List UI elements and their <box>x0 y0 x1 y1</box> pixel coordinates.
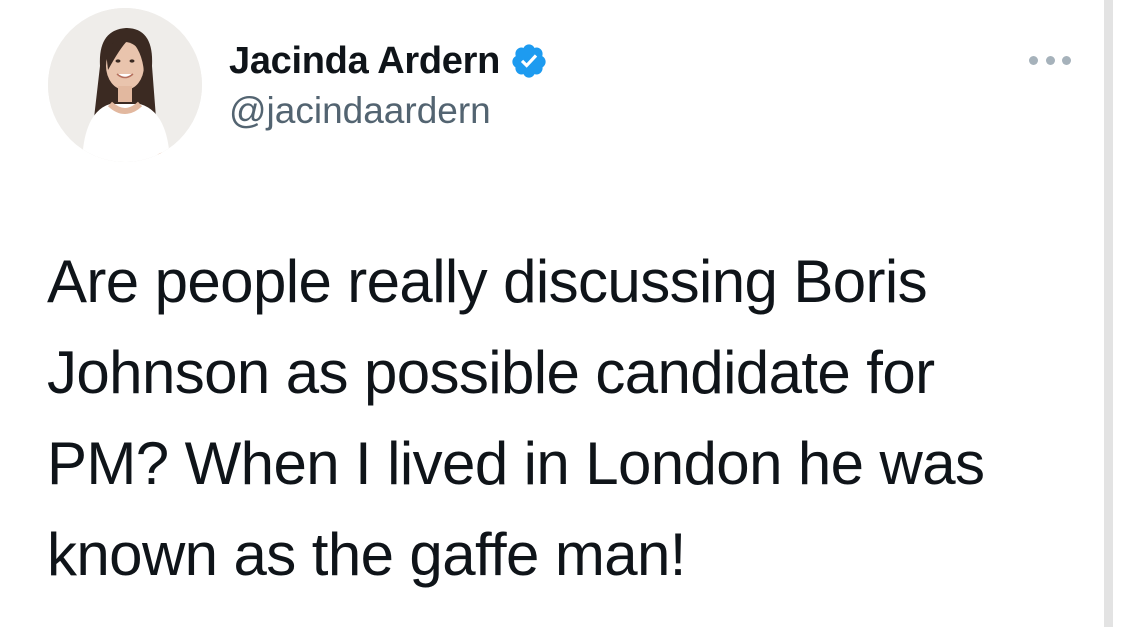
tweet-header: Jacinda Ardern @jacindaardern <box>229 36 548 132</box>
more-dot <box>1029 55 1038 65</box>
author-name-row: Jacinda Ardern <box>229 36 548 86</box>
more-dot <box>1045 55 1055 65</box>
verified-badge-icon <box>510 42 548 80</box>
tweet-text-line: Are people really discussing Boris <box>47 248 928 315</box>
tweet-text-line: Johnson as possible candidate for <box>47 339 935 406</box>
tweet-text: Are people really discussing Boris Johns… <box>47 236 1087 600</box>
avatar-photo-icon <box>48 8 202 162</box>
tweet-card: Jacinda Ardern @jacindaardern Are people… <box>0 0 1104 627</box>
tweet-text-line: PM? When I lived in London he was <box>47 430 985 497</box>
scrollbar-thumb[interactable] <box>1104 0 1113 627</box>
tweet-text-line: known as the gaffe man! <box>47 521 686 588</box>
scrollbar[interactable] <box>1104 0 1125 627</box>
author-avatar[interactable] <box>48 8 202 162</box>
more-options-icon[interactable] <box>1026 46 1074 74</box>
more-dot <box>1062 55 1071 65</box>
author-display-name[interactable]: Jacinda Ardern <box>229 40 500 83</box>
author-handle[interactable]: @jacindaardern <box>229 90 548 132</box>
